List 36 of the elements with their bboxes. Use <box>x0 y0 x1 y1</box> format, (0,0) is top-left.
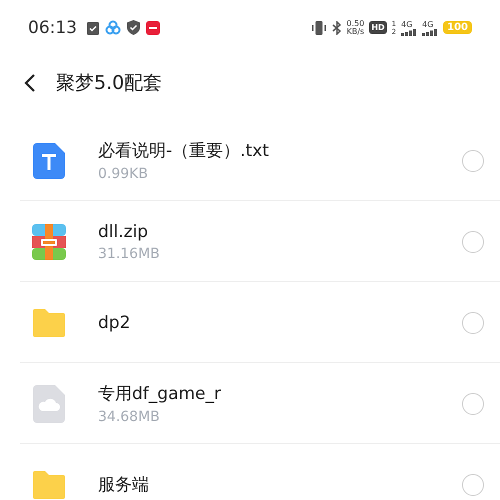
file-row[interactable]: 必看说明-（重要）.txt 0.99KB <box>0 120 500 201</box>
file-name: dp2 <box>98 312 132 332</box>
folder-title: 聚梦5.0配套 <box>56 70 162 96</box>
shield-check-icon <box>127 20 140 35</box>
select-radio[interactable] <box>462 474 484 496</box>
text-file-icon <box>33 142 65 178</box>
clipboard-check-icon <box>87 20 99 34</box>
network-speed: 0.50 KB/s <box>346 20 364 36</box>
select-radio[interactable] <box>462 392 484 414</box>
cellular-signal: 4G <box>422 20 438 36</box>
folder-icon <box>33 308 65 336</box>
rings-icon <box>105 20 121 35</box>
file-name: 专用df_game_r <box>98 383 222 405</box>
archive-icon <box>32 224 66 260</box>
select-radio[interactable] <box>462 230 484 252</box>
file-row[interactable]: dp2 <box>0 282 500 363</box>
back-icon <box>24 72 36 92</box>
select-radio[interactable] <box>462 312 484 334</box>
cloud-file-icon <box>33 384 65 422</box>
hd-badge: HD <box>369 21 387 34</box>
app-notification-icon <box>146 20 160 34</box>
select-radio[interactable] <box>462 150 484 172</box>
clock: 06:13 <box>28 18 77 38</box>
file-size: 0.99KB <box>98 166 149 182</box>
file-row[interactable]: 专用df_game_r 34.68MB <box>0 363 500 444</box>
file-row[interactable]: dll.zip 31.16MB <box>0 201 500 282</box>
file-name: dll.zip <box>98 222 150 242</box>
battery-level: 100 <box>443 21 472 34</box>
file-size: 31.16MB <box>98 246 161 262</box>
file-name: 必看说明-（重要）.txt <box>98 140 270 162</box>
file-name: 服务端 <box>98 474 150 496</box>
bluetooth-icon <box>332 20 342 34</box>
cellular-signal: 4G <box>401 20 418 36</box>
file-size: 34.68MB <box>98 409 161 425</box>
folder-icon <box>33 470 65 498</box>
vibrate-icon <box>310 20 326 34</box>
